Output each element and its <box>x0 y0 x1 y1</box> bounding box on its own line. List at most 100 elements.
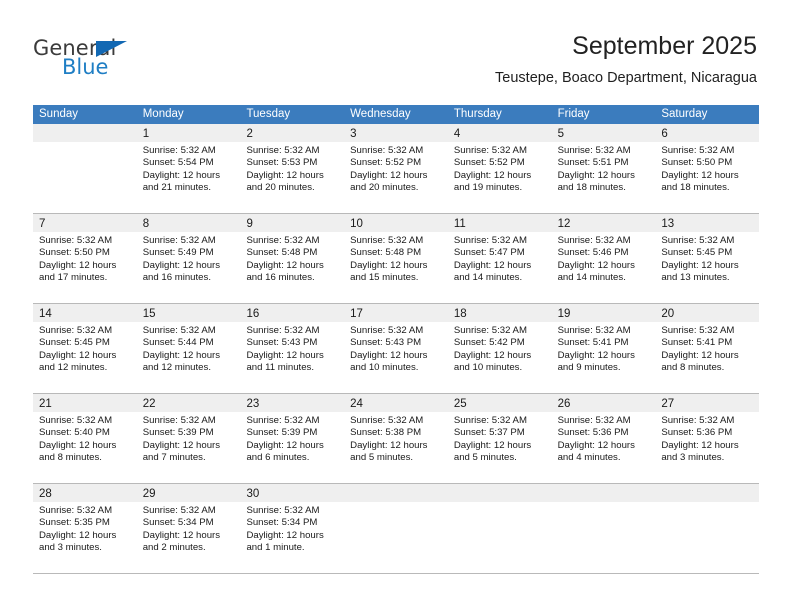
calendar-day-cell[interactable]: 30 Sunrise: 5:32 AM Sunset: 5:34 PM Dayligh… <box>240 484 345 573</box>
calendar-day-cell-empty <box>551 484 656 573</box>
calendar-day-cell[interactable]: 12 Sunrise: 5:32 AM Sunset: 5:46 PM Dayligh… <box>551 214 656 303</box>
sunset-text: Sunset: 5:35 PM <box>39 517 110 529</box>
day-details: Sunrise: 5:32 AM Sunset: 5:41 PM Daylight:… <box>655 322 759 381</box>
calendar-day-cell[interactable]: 28 Sunrise: 5:32 AM Sunset: 5:35 PM Dayligh… <box>33 484 137 573</box>
sunrise-text: Sunrise: 5:32 AM <box>350 145 424 156</box>
sunset-text: Sunset: 5:42 PM <box>453 337 525 349</box>
calendar-week-row: 7 Sunrise: 5:32 AM Sunset: 5:50 PM Daylight… <box>33 214 760 304</box>
sunset-text: Sunset: 5:51 PM <box>557 157 629 169</box>
calendar-day-cell[interactable]: 22 Sunrise: 5:32 AM Sunset: 5:39 PM Dayligh… <box>136 394 241 483</box>
calendar-day-cell[interactable]: 27 Sunrise: 5:32 AM Sunset: 5:36 PM Dayligh… <box>655 394 760 483</box>
daylight-text: Daylight: 12 hours and 7 minutes. <box>142 439 221 464</box>
weekday-header-saturday: Saturday <box>661 108 708 120</box>
calendar-day-cell[interactable]: 20 Sunrise: 5:32 AM Sunset: 5:41 PM Dayligh… <box>655 304 760 393</box>
sunset-text: Sunset: 5:41 PM <box>557 337 629 349</box>
daylight-text: Daylight: 12 hours and 3 minutes. <box>39 529 117 554</box>
calendar-day-cell[interactable]: 1 Sunrise: 5:32 AM Sunset: 5:54 PM Daylight… <box>136 124 241 213</box>
calendar-day-cell[interactable]: 25 Sunrise: 5:32 AM Sunset: 5:37 PM Dayligh… <box>447 394 552 483</box>
sunset-text: Sunset: 5:47 PM <box>453 247 525 259</box>
day-details: Sunrise: 5:32 AM Sunset: 5:50 PM Daylight:… <box>33 232 137 291</box>
day-number: 2 <box>246 128 253 140</box>
daylight-text: Daylight: 12 hours and 8 minutes. <box>661 349 739 374</box>
weekday-header-monday: Monday <box>142 108 184 120</box>
calendar-day-cell[interactable]: 21 Sunrise: 5:32 AM Sunset: 5:40 PM Dayligh… <box>33 394 137 483</box>
calendar-day-cell[interactable]: 5 Sunrise: 5:32 AM Sunset: 5:51 PM Daylight… <box>551 124 656 213</box>
daylight-text: Daylight: 12 hours and 18 minutes. <box>661 169 739 194</box>
calendar-day-cell-empty <box>33 124 137 213</box>
day-number-band: 6 <box>655 124 760 142</box>
calendar-day-cell[interactable]: 26 Sunrise: 5:32 AM Sunset: 5:36 PM Dayligh… <box>551 394 656 483</box>
calendar-day-cell[interactable]: 8 Sunrise: 5:32 AM Sunset: 5:49 PM Daylight… <box>136 214 241 303</box>
day-number: 30 <box>246 488 260 500</box>
calendar-day-cell[interactable]: 7 Sunrise: 5:32 AM Sunset: 5:50 PM Daylight… <box>33 214 137 303</box>
calendar-day-cell[interactable]: 3 Sunrise: 5:32 AM Sunset: 5:52 PM Daylight… <box>344 124 448 213</box>
day-number-band: 16 <box>240 304 345 322</box>
day-number-band <box>551 484 656 502</box>
sunset-text: Sunset: 5:53 PM <box>246 157 318 169</box>
day-number-band: 22 <box>136 394 241 412</box>
sunrise-text: Sunrise: 5:32 AM <box>350 415 424 426</box>
daylight-text: Daylight: 12 hours and 15 minutes. <box>350 259 428 284</box>
day-number-band: 25 <box>447 394 552 412</box>
day-details: Sunrise: 5:32 AM Sunset: 5:48 PM Daylight:… <box>240 232 344 291</box>
sunrise-text: Sunrise: 5:32 AM <box>39 415 113 426</box>
day-number-band: 15 <box>136 304 241 322</box>
daylight-text: Daylight: 12 hours and 17 minutes. <box>39 259 117 284</box>
day-number-band <box>33 124 137 142</box>
day-number: 26 <box>557 398 571 410</box>
calendar-day-cell[interactable]: 23 Sunrise: 5:32 AM Sunset: 5:39 PM Dayligh… <box>240 394 345 483</box>
day-number: 13 <box>661 218 675 230</box>
calendar-day-cell[interactable]: 4 Sunrise: 5:32 AM Sunset: 5:52 PM Daylight… <box>447 124 552 213</box>
sunset-text: Sunset: 5:52 PM <box>350 157 422 169</box>
calendar-day-cell[interactable]: 11 Sunrise: 5:32 AM Sunset: 5:47 PM Dayligh… <box>447 214 552 303</box>
calendar-day-cell[interactable]: 14 Sunrise: 5:32 AM Sunset: 5:45 PM Dayligh… <box>33 304 137 393</box>
sunset-text: Sunset: 5:52 PM <box>453 157 525 169</box>
daylight-text: Daylight: 12 hours and 18 minutes. <box>557 169 635 194</box>
weekday-header-sunday: Sunday <box>39 108 79 120</box>
day-number-band: 8 <box>136 214 241 232</box>
day-number-band: 24 <box>344 394 448 412</box>
day-number: 25 <box>453 398 467 410</box>
calendar-day-cell[interactable]: 18 Sunrise: 5:32 AM Sunset: 5:42 PM Dayligh… <box>447 304 552 393</box>
day-number-band: 7 <box>33 214 137 232</box>
day-details: Sunrise: 5:32 AM Sunset: 5:39 PM Daylight:… <box>137 412 241 471</box>
sunset-text: Sunset: 5:50 PM <box>661 157 733 169</box>
daylight-text: Daylight: 12 hours and 19 minutes. <box>453 169 532 194</box>
day-number-band: 10 <box>344 214 448 232</box>
calendar-day-cell[interactable]: 9 Sunrise: 5:32 AM Sunset: 5:48 PM Daylight… <box>240 214 345 303</box>
sunrise-text: Sunrise: 5:32 AM <box>246 505 320 516</box>
daylight-text: Daylight: 12 hours and 20 minutes. <box>350 169 428 194</box>
calendar-day-cell[interactable]: 17 Sunrise: 5:32 AM Sunset: 5:43 PM Dayligh… <box>344 304 448 393</box>
calendar-day-cell[interactable]: 10 Sunrise: 5:32 AM Sunset: 5:48 PM Dayligh… <box>344 214 448 303</box>
day-number-band: 28 <box>33 484 137 502</box>
sunset-text: Sunset: 5:39 PM <box>142 427 214 439</box>
sunset-text: Sunset: 5:50 PM <box>39 247 110 259</box>
day-details: Sunrise: 5:32 AM Sunset: 5:45 PM Daylight:… <box>655 232 759 291</box>
calendar-day-cell[interactable]: 29 Sunrise: 5:32 AM Sunset: 5:34 PM Dayligh… <box>136 484 241 573</box>
daylight-text: Daylight: 12 hours and 14 minutes. <box>453 259 532 284</box>
calendar-day-cell[interactable]: 6 Sunrise: 5:32 AM Sunset: 5:50 PM Daylight… <box>655 124 760 213</box>
day-number-band: 17 <box>344 304 448 322</box>
calendar-day-cell-empty <box>344 484 448 573</box>
calendar-day-cell[interactable]: 15 Sunrise: 5:32 AM Sunset: 5:44 PM Dayligh… <box>136 304 241 393</box>
day-details: Sunrise: 5:32 AM Sunset: 5:34 PM Daylight:… <box>240 502 344 561</box>
day-number-band: 3 <box>344 124 448 142</box>
calendar-day-cell[interactable]: 19 Sunrise: 5:32 AM Sunset: 5:41 PM Dayligh… <box>551 304 656 393</box>
sunrise-text: Sunrise: 5:32 AM <box>246 325 320 336</box>
daylight-text: Daylight: 12 hours and 16 minutes. <box>246 259 324 284</box>
calendar-day-cell[interactable]: 2 Sunrise: 5:32 AM Sunset: 5:53 PM Daylight… <box>240 124 345 213</box>
daylight-text: Daylight: 12 hours and 11 minutes. <box>246 349 324 374</box>
daylight-text: Daylight: 12 hours and 14 minutes. <box>557 259 635 284</box>
day-details: Sunrise: 5:32 AM Sunset: 5:44 PM Daylight:… <box>137 322 241 381</box>
day-details: Sunrise: 5:32 AM Sunset: 5:53 PM Daylight:… <box>240 142 344 201</box>
sunset-text: Sunset: 5:34 PM <box>246 517 318 529</box>
sunrise-text: Sunrise: 5:32 AM <box>142 325 216 336</box>
sunset-text: Sunset: 5:48 PM <box>350 247 422 259</box>
calendar-day-cell[interactable]: 13 Sunrise: 5:32 AM Sunset: 5:45 PM Dayligh… <box>655 214 760 303</box>
day-details: Sunrise: 5:32 AM Sunset: 5:38 PM Daylight:… <box>344 412 448 471</box>
day-details: Sunrise: 5:32 AM Sunset: 5:37 PM Daylight:… <box>448 412 552 471</box>
calendar-day-cell[interactable]: 24 Sunrise: 5:32 AM Sunset: 5:38 PM Dayligh… <box>344 394 448 483</box>
day-number: 11 <box>453 218 466 230</box>
calendar-week-row: 28 Sunrise: 5:32 AM Sunset: 5:35 PM Dayligh… <box>33 484 760 574</box>
calendar-day-cell[interactable]: 16 Sunrise: 5:32 AM Sunset: 5:43 PM Dayligh… <box>240 304 345 393</box>
